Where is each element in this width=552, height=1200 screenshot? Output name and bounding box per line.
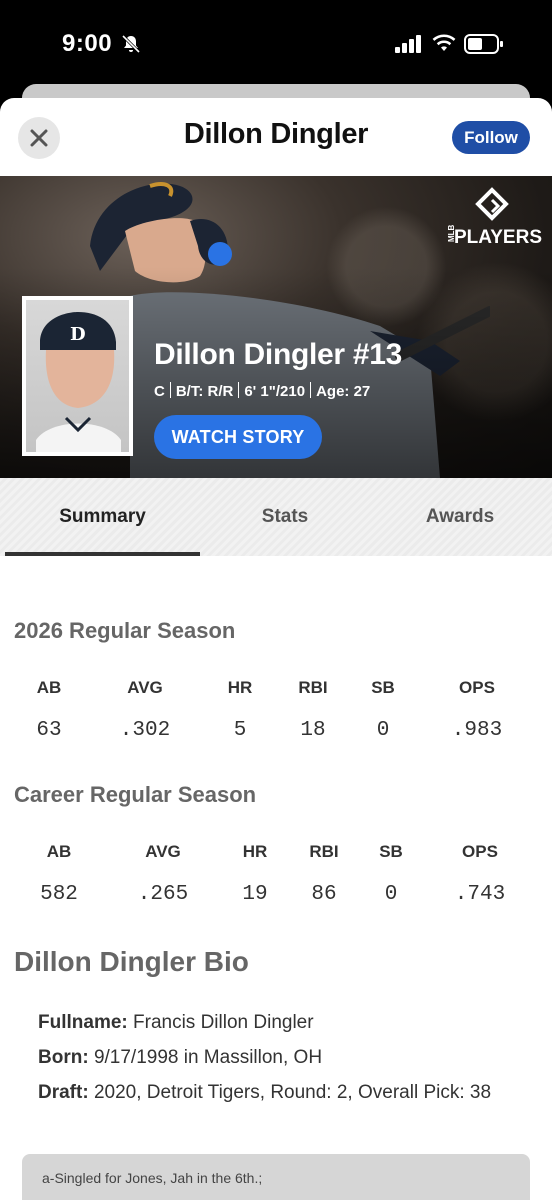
meta-divider — [310, 382, 312, 398]
bio-fullname-label: Fullname: — [38, 1012, 128, 1033]
status-time: 9:00 — [62, 30, 113, 57]
stat-value: 582 — [40, 883, 78, 906]
player-position: C — [154, 383, 165, 400]
headshot-photo: D — [26, 300, 129, 452]
stat-value: 5 — [233, 719, 247, 742]
headshot-figure: D — [36, 312, 121, 452]
bio-born-value: 9/17/1998 in Massillon, OH — [93, 1047, 323, 1068]
mlb-players-logo-mark: MLB PLAYERS — [447, 187, 542, 248]
player-bats-throws: B/T: R/R — [175, 383, 234, 400]
toast-text: a-Singled for Jones, Jah in the 6th.; — [42, 1170, 263, 1186]
bio-draft: Draft: 2020, Detroit Tigers, Round: 2, O… — [38, 1078, 508, 1108]
bio-draft-value: 2020, Detroit Tigers, Round: 2, Overall … — [93, 1082, 492, 1103]
bell-slash-icon — [121, 34, 141, 54]
wifi-icon — [432, 34, 456, 51]
tab-stats[interactable]: Stats — [190, 478, 380, 556]
watch-story-button[interactable]: WATCH STORY — [154, 415, 322, 459]
meta-divider — [169, 382, 171, 398]
season-stats-title: 2026 Regular Season — [14, 618, 236, 643]
bio-fullname-value: Francis Dillon Dingler — [133, 1012, 314, 1033]
battery-icon — [464, 34, 503, 54]
meta-divider — [238, 382, 240, 398]
active-tab-indicator — [5, 552, 200, 556]
player-hero: MLB PLAYERS D Dillon Dingler #13 C B/T: R… — [0, 176, 552, 478]
stat-header: SB — [371, 678, 395, 697]
stat-value: 0 — [376, 719, 390, 742]
bio-fullname: Fullname: Francis Dillon Dingler — [38, 1008, 508, 1038]
signal-icon — [395, 35, 421, 53]
stat-value: .983 — [451, 719, 503, 742]
stat-value: 0 — [384, 883, 398, 906]
player-headshot: D — [22, 296, 133, 456]
career-stats-title: Career Regular Season — [14, 782, 257, 807]
follow-button[interactable]: Follow — [452, 121, 530, 154]
player-modal: Dillon Dingler Follow MLB PLAYERS D Dill… — [0, 98, 552, 1200]
bio-born: Born: 9/17/1998 in Massillon, OH — [38, 1043, 508, 1073]
tab-summary[interactable]: Summary — [5, 478, 200, 556]
stat-value: 19 — [242, 883, 268, 906]
stat-value: 63 — [36, 719, 62, 742]
play-toast[interactable]: a-Singled for Jones, Jah in the 6th.; — [22, 1154, 530, 1200]
stat-value: .265 — [137, 883, 189, 906]
stat-header: RBI — [298, 678, 328, 697]
stat-value: .302 — [119, 719, 171, 742]
player-name: Dillon Dingler #13 — [154, 338, 402, 371]
stat-header: OPS — [462, 842, 498, 861]
stat-header: AB — [46, 842, 72, 861]
stat-header: AVG — [145, 842, 181, 861]
mlb-players-logo: MLB PLAYERS — [442, 186, 542, 248]
player-meta: C B/T: R/R 6' 1"/210 Age: 27 — [154, 382, 370, 400]
tab-awards[interactable]: Awards — [365, 478, 552, 556]
status-bar: 9:00 — [0, 0, 552, 90]
stat-header: HR — [242, 842, 268, 861]
bio-title: Dillon Dingler Bio — [14, 946, 249, 977]
modal-header: Dillon Dingler Follow — [0, 98, 552, 176]
bio-born-label: Born: — [38, 1047, 89, 1068]
stat-header: AVG — [127, 678, 163, 697]
bio-draft-label: Draft: — [38, 1082, 89, 1103]
tigers-cap-logo: D — [70, 324, 86, 345]
tab-bar: Summary Stats Awards — [0, 478, 552, 556]
stat-header: OPS — [459, 678, 495, 697]
player-height-weight: 6' 1"/210 — [244, 383, 306, 400]
stat-header: HR — [227, 678, 253, 697]
player-age: Age: 27 — [316, 383, 371, 400]
stat-value: .743 — [454, 883, 506, 906]
players-logo-text: PLAYERS — [454, 227, 542, 246]
stat-value: 18 — [300, 719, 326, 742]
stat-header: SB — [379, 842, 403, 861]
stat-header: AB — [36, 678, 62, 697]
